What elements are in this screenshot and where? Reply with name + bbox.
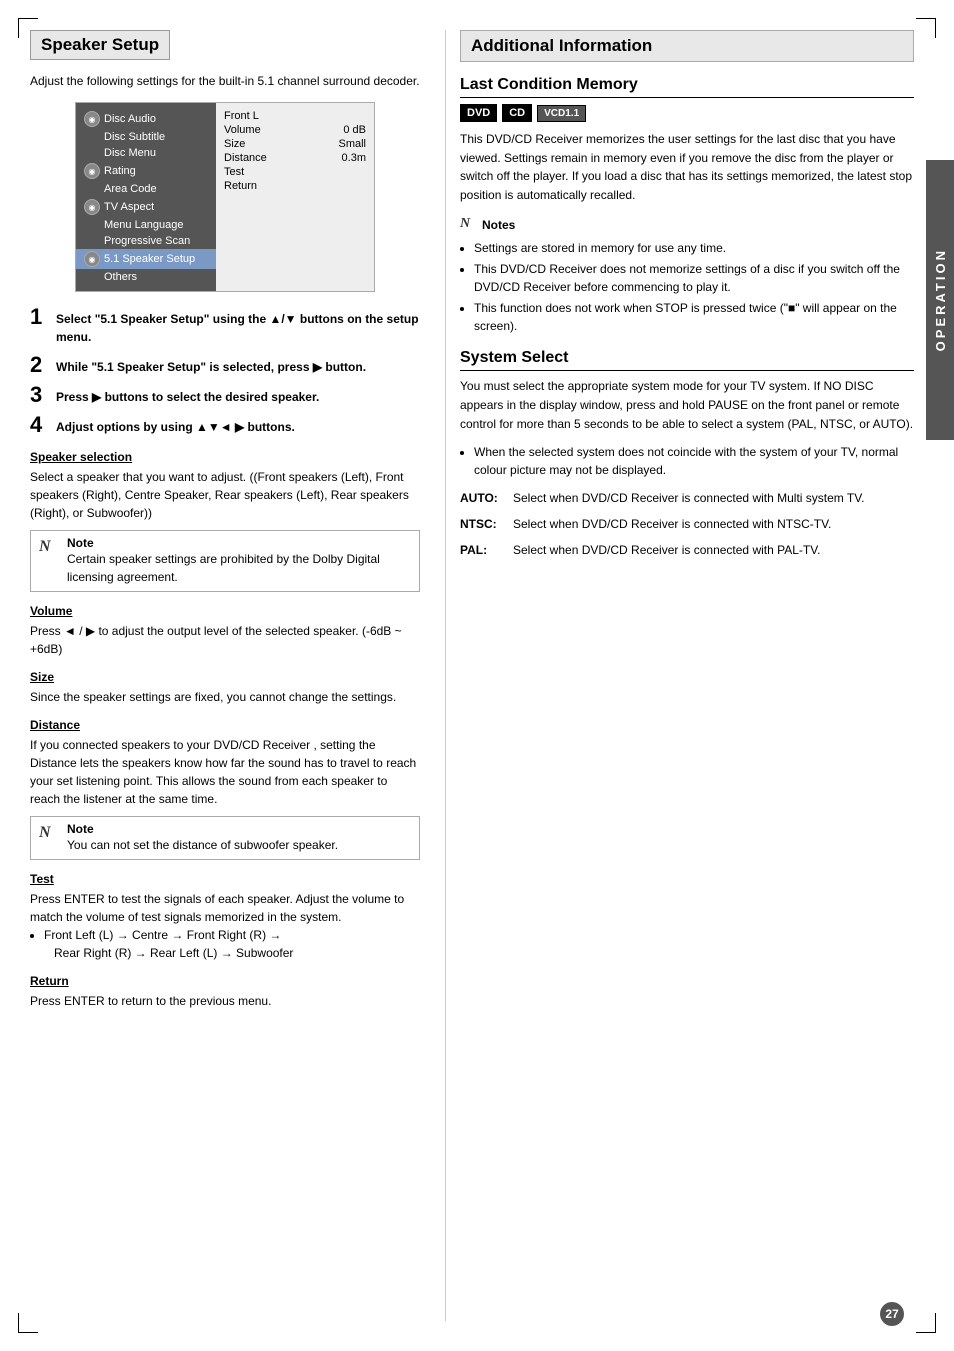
menu-row-distance: Distance0.3m (224, 151, 366, 165)
menu-item-menu-language: Menu Language (84, 217, 208, 233)
menu-row-volume: Volume0 dB (224, 123, 366, 137)
note-icon: N (39, 536, 61, 558)
right-section-title: Additional Information (471, 36, 903, 56)
menu-item-progressive-scan: Progressive Scan (84, 233, 208, 249)
subsection-title-return: Return (30, 974, 420, 988)
system-select-title: System Select (460, 349, 914, 371)
system-option-ntsc-label: NTSC: (460, 515, 505, 533)
system-option-auto: AUTO: Select when DVD/CD Receiver is con… (460, 489, 914, 507)
notes-header: N Notes (460, 214, 914, 235)
subsection-test: Test Press ENTER to test the signals of … (30, 872, 420, 962)
subsection-text-speaker-selection: Select a speaker that you want to adjust… (30, 468, 420, 522)
subsection-text-return: Press ENTER to return to the previous me… (30, 992, 420, 1010)
step-1: 1 Select "5.1 Speaker Setup" using the ▲… (30, 306, 420, 346)
left-column: Speaker Setup Adjust the following setti… (30, 30, 430, 1321)
badge-cd: CD (502, 104, 532, 122)
subsection-speaker-selection: Speaker selection Select a speaker that … (30, 450, 420, 592)
menu-icon-5-1: ◉ (84, 251, 100, 267)
subsection-title-size: Size (30, 670, 420, 684)
menu-item-disc-audio: ◉ Disc Audio (84, 109, 208, 129)
svg-text:N: N (39, 824, 52, 840)
menu-right-panel: Front L Volume0 dB SizeSmall Distance0.3… (216, 103, 374, 291)
notes-item-3: This function does not work when STOP is… (474, 299, 914, 335)
system-select-bullet: When the selected system does not coinci… (474, 443, 914, 479)
subsection-title-volume: Volume (30, 604, 420, 618)
system-select-bullet-list: When the selected system does not coinci… (474, 443, 914, 479)
notes-item-1: Settings are stored in memory for use an… (474, 239, 914, 257)
disc-badges: DVD CD VCD1.1 (460, 104, 914, 122)
note-box-speaker-selection: N Note Certain speaker settings are proh… (30, 530, 420, 592)
menu-row-test: Test (224, 165, 366, 179)
last-condition-memory-section: Last Condition Memory DVD CD VCD1.1 This… (460, 76, 914, 335)
system-option-auto-text: Select when DVD/CD Receiver is connected… (513, 489, 864, 507)
subsection-title-speaker-selection: Speaker selection (30, 450, 420, 464)
badge-vcd: VCD1.1 (537, 105, 586, 122)
corner-br (916, 1313, 936, 1333)
menu-left-panel: ◉ Disc Audio Disc Subtitle Disc Menu ◉ R… (76, 103, 216, 291)
menu-row-frontl: Front L (224, 109, 366, 123)
notes-section: N Notes Settings are stored in memory fo… (460, 214, 914, 335)
steps-list: 1 Select "5.1 Speaker Setup" using the ▲… (30, 306, 420, 436)
system-option-pal-label: PAL: (460, 541, 505, 559)
subsection-title-distance: Distance (30, 718, 420, 732)
left-section-title-box: Speaker Setup (30, 30, 170, 60)
system-option-pal-text: Select when DVD/CD Receiver is connected… (513, 541, 820, 559)
notes-icon: N (460, 214, 478, 235)
test-bullet-list: Front Left (L) → Centre → Front Right (R… (44, 926, 420, 962)
menu-item-rating: ◉ Rating (84, 161, 208, 181)
system-option-ntsc-text: Select when DVD/CD Receiver is connected… (513, 515, 831, 533)
note-icon-distance: N (39, 822, 61, 844)
subsection-size: Size Since the speaker settings are fixe… (30, 670, 420, 706)
badge-dvd: DVD (460, 104, 497, 122)
subsection-text-size: Since the speaker settings are fixed, yo… (30, 688, 420, 706)
menu-icon-tv-aspect: ◉ (84, 199, 100, 215)
subsection-volume: Volume Press ◄ / ▶ to adjust the output … (30, 604, 420, 658)
menu-icon-rating: ◉ (84, 163, 100, 179)
subsection-distance: Distance If you connected speakers to yo… (30, 718, 420, 860)
menu-item-area-code: Area Code (84, 181, 208, 197)
menu-item-tv-aspect: ◉ TV Aspect (84, 197, 208, 217)
menu-row-return: Return (224, 179, 366, 193)
system-select-body-text: You must select the appropriate system m… (460, 377, 914, 433)
note-box-distance: N Note You can not set the distance of s… (30, 816, 420, 860)
system-options: AUTO: Select when DVD/CD Receiver is con… (460, 489, 914, 559)
svg-text:N: N (39, 538, 52, 554)
main-content: Speaker Setup Adjust the following setti… (30, 30, 914, 1321)
corner-tr (916, 18, 936, 38)
step-2: 2 While "5.1 Speaker Setup" is selected,… (30, 354, 420, 376)
svg-text:N: N (460, 216, 471, 230)
menu-item-disc-subtitle: Disc Subtitle (84, 129, 208, 145)
system-select-section: System Select You must select the approp… (460, 349, 914, 559)
last-condition-body-text: This DVD/CD Receiver memorizes the user … (460, 130, 914, 204)
subsection-return: Return Press ENTER to return to the prev… (30, 974, 420, 1010)
system-option-pal: PAL: Select when DVD/CD Receiver is conn… (460, 541, 914, 559)
last-condition-memory-title: Last Condition Memory (460, 76, 914, 98)
menu-row-size: SizeSmall (224, 137, 366, 151)
system-option-ntsc: NTSC: Select when DVD/CD Receiver is con… (460, 515, 914, 533)
right-column: Additional Information Last Condition Me… (450, 30, 914, 1321)
step-3: 3 Press ▶ buttons to select the desired … (30, 384, 420, 406)
notes-list: Settings are stored in memory for use an… (474, 239, 914, 335)
page-number: 27 (880, 1302, 904, 1326)
menu-item-others: Others (84, 269, 208, 285)
menu-item-5-1-speaker-setup: ◉ 5.1 Speaker Setup (76, 249, 216, 269)
right-section-title-box: Additional Information (460, 30, 914, 62)
subsection-text-distance: If you connected speakers to your DVD/CD… (30, 736, 420, 808)
step-4: 4 Adjust options by using ▲▼◄ ▶ buttons. (30, 414, 420, 436)
menu-simulation: ◉ Disc Audio Disc Subtitle Disc Menu ◉ R… (75, 102, 375, 292)
sidebar-operation: OPERATION (926, 160, 954, 440)
subsection-text-test: Press ENTER to test the signals of each … (30, 890, 420, 926)
menu-item-disc-menu: Disc Menu (84, 145, 208, 161)
system-option-auto-label: AUTO: (460, 489, 505, 507)
subsection-title-test: Test (30, 872, 420, 886)
left-section-title: Speaker Setup (41, 35, 159, 55)
notes-label: Notes (482, 218, 515, 232)
subsection-text-volume: Press ◄ / ▶ to adjust the output level o… (30, 622, 420, 658)
left-intro-text: Adjust the following settings for the bu… (30, 72, 420, 90)
notes-item-2: This DVD/CD Receiver does not memorize s… (474, 260, 914, 296)
test-bullet-item: Front Left (L) → Centre → Front Right (R… (44, 926, 420, 962)
menu-icon-disc-audio: ◉ (84, 111, 100, 127)
